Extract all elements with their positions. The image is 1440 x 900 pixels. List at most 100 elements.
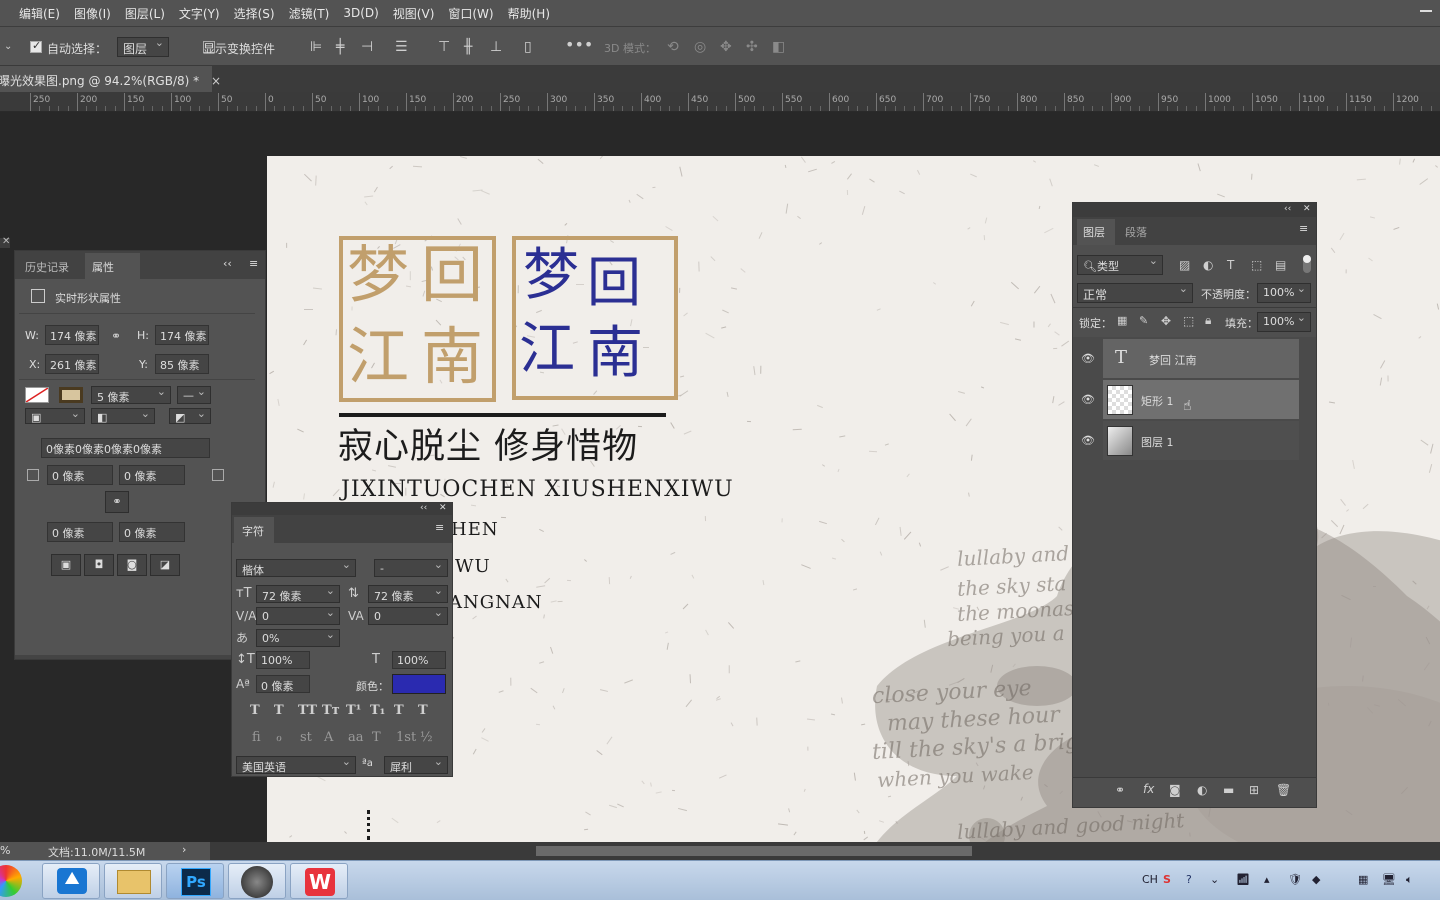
wifi-icon[interactable]: 📶︎ xyxy=(1236,873,1250,886)
menu-3d[interactable]: 3D(D) xyxy=(336,6,385,20)
lock-position-icon[interactable]: ✥ xyxy=(1161,314,1171,328)
taskbar-file-explorer[interactable] xyxy=(104,863,162,899)
menu-select[interactable]: 选择(S) xyxy=(227,5,282,22)
tray-expand-icon[interactable]: ⌄ xyxy=(1210,873,1219,886)
type-style-button[interactable]: Tт xyxy=(322,704,340,718)
sogou-icon[interactable]: S xyxy=(1163,873,1171,886)
menu-help[interactable]: 帮助(H) xyxy=(501,5,557,22)
align-bottom-icon[interactable]: ⊥ xyxy=(490,40,502,54)
filter-shape-icon[interactable]: ⬚ xyxy=(1251,258,1262,272)
opentype-button[interactable]: ½ xyxy=(420,731,433,745)
panel-menu-icon[interactable]: ≡ xyxy=(1299,222,1308,235)
more-options-icon[interactable]: ••• xyxy=(565,37,593,53)
opentype-button[interactable]: A xyxy=(324,731,333,745)
radius-bottom-left[interactable]: 0 像素 xyxy=(47,522,113,542)
collapse-icon[interactable]: ‹‹ xyxy=(1284,204,1291,214)
3d-pan-icon[interactable]: ✥ xyxy=(720,40,732,54)
adjustment-layer-icon[interactable]: ◐ xyxy=(1197,783,1207,797)
panel-menu-icon[interactable]: ≡ xyxy=(249,257,258,270)
eye-icon[interactable]: 👁︎ xyxy=(1081,434,1095,448)
close-icon[interactable]: ✕ xyxy=(439,503,447,513)
clipboard-icon[interactable]: ▦ xyxy=(1358,873,1368,886)
path-combine-icon[interactable]: ▣ xyxy=(51,554,81,576)
link-radius-button[interactable]: ⚭ xyxy=(105,491,129,513)
language-dropdown[interactable]: 美国英语 xyxy=(236,755,356,774)
layer-filter-dropdown[interactable]: 🔍︎类型 xyxy=(1077,254,1163,275)
3d-slide-icon[interactable]: ✣ xyxy=(746,40,758,54)
path-exclude-icon[interactable]: ◪ xyxy=(150,554,180,576)
type-style-button[interactable]: T₁ xyxy=(370,704,385,718)
menu-view[interactable]: 视图(V) xyxy=(386,5,442,22)
antialias-dropdown[interactable]: 犀利 xyxy=(384,755,448,774)
tab-history[interactable]: 历史记录 xyxy=(25,259,69,275)
x-field[interactable]: 261 像素 xyxy=(45,354,99,374)
close-icon[interactable]: ✕ xyxy=(2,236,10,247)
close-icon[interactable]: × xyxy=(211,74,221,88)
menu-image[interactable]: 图像(I) xyxy=(67,5,118,22)
radius-bottom-right[interactable]: 0 像素 xyxy=(119,522,185,542)
input-language[interactable]: CH xyxy=(1142,873,1158,886)
filter-smart-icon[interactable]: ▤ xyxy=(1275,258,1286,272)
fx-icon[interactable]: fx xyxy=(1143,782,1154,796)
minimize-icon[interactable] xyxy=(1420,10,1432,12)
layer-name[interactable]: 图层 1 xyxy=(1141,434,1174,450)
taskbar-app-xmind[interactable]: ⛰︎ xyxy=(42,863,100,899)
layer-name[interactable]: 矩形 1 xyxy=(1141,393,1174,409)
status-arrow-icon[interactable]: › xyxy=(182,843,186,856)
stroke-width-field[interactable]: 5 像素 xyxy=(91,385,171,404)
stroke-align-dropdown[interactable]: ▣ xyxy=(25,407,85,424)
new-layer-icon[interactable]: ⊞ xyxy=(1249,783,1259,797)
eye-icon[interactable]: 👁︎ xyxy=(1081,352,1095,366)
auto-select-checkbox[interactable] xyxy=(30,39,42,53)
layer-row-shape[interactable]: 👁︎ 矩形 1 ☝︎ xyxy=(1073,380,1301,420)
lock-paint-icon[interactable]: ✎ xyxy=(1139,314,1148,328)
stroke-join-dropdown[interactable]: ◩ xyxy=(169,407,211,424)
taskbar-wps[interactable]: W xyxy=(290,863,348,899)
y-field[interactable]: 85 像素 xyxy=(155,354,209,374)
type-style-button[interactable]: T xyxy=(418,704,428,718)
align-right-icon[interactable]: ⊣ xyxy=(361,40,373,54)
radius-top-left[interactable]: 0 像素 xyxy=(47,465,113,485)
panel-menu-icon[interactable]: ≡ xyxy=(435,521,444,534)
3d-roll-icon[interactable]: ◎ xyxy=(694,40,706,54)
font-family-dropdown[interactable]: 楷体 xyxy=(236,558,356,577)
menu-edit[interactable]: 编辑(E) xyxy=(12,5,67,22)
display-icon[interactable]: 🖥︎ xyxy=(1382,873,1396,886)
layer-name[interactable]: 梦回 江南 xyxy=(1149,352,1197,368)
filter-type-icon[interactable]: T xyxy=(1227,258,1234,272)
document-tab[interactable]: 曝光效果图.png @ 94.2%(RGB/8) * × xyxy=(0,66,221,92)
stroke-type-dropdown[interactable]: — xyxy=(177,385,211,404)
chevron-down-icon[interactable]: ⌄ xyxy=(4,40,12,54)
opentype-button[interactable]: T xyxy=(372,731,381,745)
horizontal-scrollbar[interactable] xyxy=(210,842,1440,860)
align-hcenter-icon[interactable]: ╪ xyxy=(336,40,344,54)
scrollbar-thumb[interactable] xyxy=(536,846,972,856)
volume-icon[interactable]: 🔈︎ xyxy=(1406,873,1413,887)
tab-layers[interactable]: 图层 xyxy=(1083,224,1105,240)
trash-icon[interactable]: 🗑︎ xyxy=(1276,783,1291,797)
close-icon[interactable]: ✕ xyxy=(1303,204,1311,214)
lock-artboard-icon[interactable]: ⬚ xyxy=(1183,314,1194,328)
align-left-icon[interactable]: ⊫ xyxy=(310,40,322,54)
radius-top-right[interactable]: 0 像素 xyxy=(119,465,185,485)
security-icon[interactable]: ◆ xyxy=(1312,873,1320,886)
lock-transparent-icon[interactable]: ▦ xyxy=(1117,314,1127,328)
eye-icon[interactable]: 👁︎ xyxy=(1081,393,1095,407)
type-style-button[interactable]: TT xyxy=(298,704,317,718)
blend-mode-dropdown[interactable]: 正常 xyxy=(1077,282,1193,303)
link-layers-icon[interactable]: ⚭ xyxy=(1115,783,1125,797)
kerning-field[interactable]: 0 xyxy=(256,606,340,625)
align-top-icon[interactable]: ⊤ xyxy=(438,40,450,54)
zoom-readout[interactable]: % xyxy=(0,844,10,857)
taskbar-photoshop[interactable]: Ps xyxy=(166,863,224,899)
tab-character[interactable]: 字符 xyxy=(242,523,264,539)
path-intersect-icon[interactable]: ◙ xyxy=(117,554,147,576)
help-icon[interactable]: ? xyxy=(1186,873,1192,886)
type-style-button[interactable]: T¹ xyxy=(346,704,361,718)
filter-toggle[interactable] xyxy=(1303,255,1311,273)
tray-up-icon[interactable]: ▴ xyxy=(1264,873,1270,886)
auto-select-target-dropdown[interactable]: 图层 xyxy=(117,36,169,57)
add-mask-icon[interactable]: ◙ xyxy=(1169,783,1181,797)
tab-paragraph[interactable]: 段落 xyxy=(1125,224,1147,240)
opentype-button[interactable]: st xyxy=(300,731,312,745)
